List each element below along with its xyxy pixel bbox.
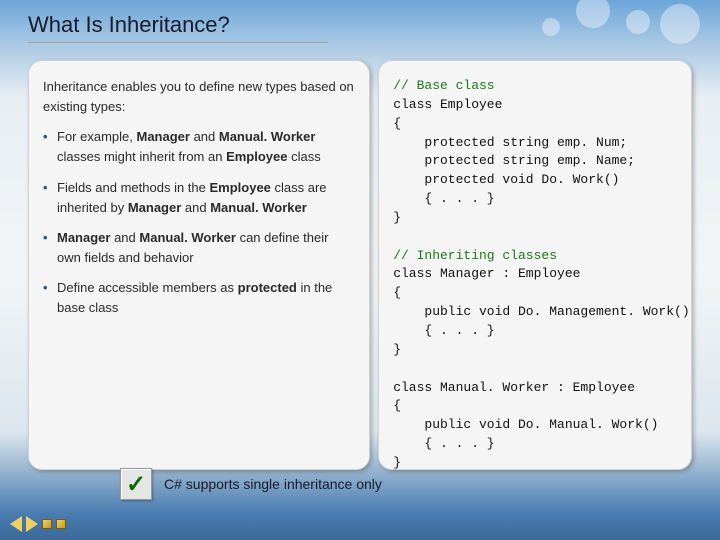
code-line: { (393, 116, 401, 131)
code-line: class Manager : Employee (393, 266, 580, 281)
code-panel: // Base class class Employee { protected… (378, 60, 692, 470)
nav-menu-button[interactable] (56, 519, 66, 529)
nav-stop-button[interactable] (42, 519, 52, 529)
prev-slide-button[interactable] (10, 516, 22, 532)
page-title: What Is Inheritance? (28, 12, 328, 43)
code-line: protected string emp. Name; (393, 153, 635, 168)
code-line: public void Do. Manual. Work() (393, 417, 658, 432)
slide-nav (10, 516, 66, 532)
next-slide-button[interactable] (26, 516, 38, 532)
bullet-item: Fields and methods in the Employee class… (43, 178, 355, 218)
code-line: { . . . } (393, 323, 494, 338)
bullet-list: For example, Manager and Manual. Worker … (43, 127, 355, 318)
code-line: { . . . } (393, 436, 494, 451)
intro-text: Inheritance enables you to define new ty… (43, 77, 355, 117)
bullet-item: Manager and Manual. Worker can define th… (43, 228, 355, 268)
code-comment: // Inheriting classes (393, 248, 557, 263)
decorative-bubbles (440, 0, 720, 60)
code-comment: // Base class (393, 78, 494, 93)
code-line: protected void Do. Work() (393, 172, 619, 187)
code-line: class Employee (393, 97, 502, 112)
code-line: } (393, 342, 401, 357)
code-line: { (393, 285, 401, 300)
content-area: Inheritance enables you to define new ty… (28, 60, 692, 470)
code-line: class Manual. Worker : Employee (393, 380, 635, 395)
footer-note: ✓ C# supports single inheritance only (120, 468, 382, 500)
bullet-item: Define accessible members as protected i… (43, 278, 355, 318)
code-line: public void Do. Management. Work() (393, 304, 689, 319)
code-line: } (393, 455, 401, 470)
checkmark-icon: ✓ (120, 468, 152, 500)
code-line: } (393, 210, 401, 225)
text-panel: Inheritance enables you to define new ty… (28, 60, 370, 470)
code-line: { (393, 398, 401, 413)
bullet-item: For example, Manager and Manual. Worker … (43, 127, 355, 167)
footer-text: C# supports single inheritance only (164, 476, 382, 492)
code-line: protected string emp. Num; (393, 135, 627, 150)
code-line: { . . . } (393, 191, 494, 206)
